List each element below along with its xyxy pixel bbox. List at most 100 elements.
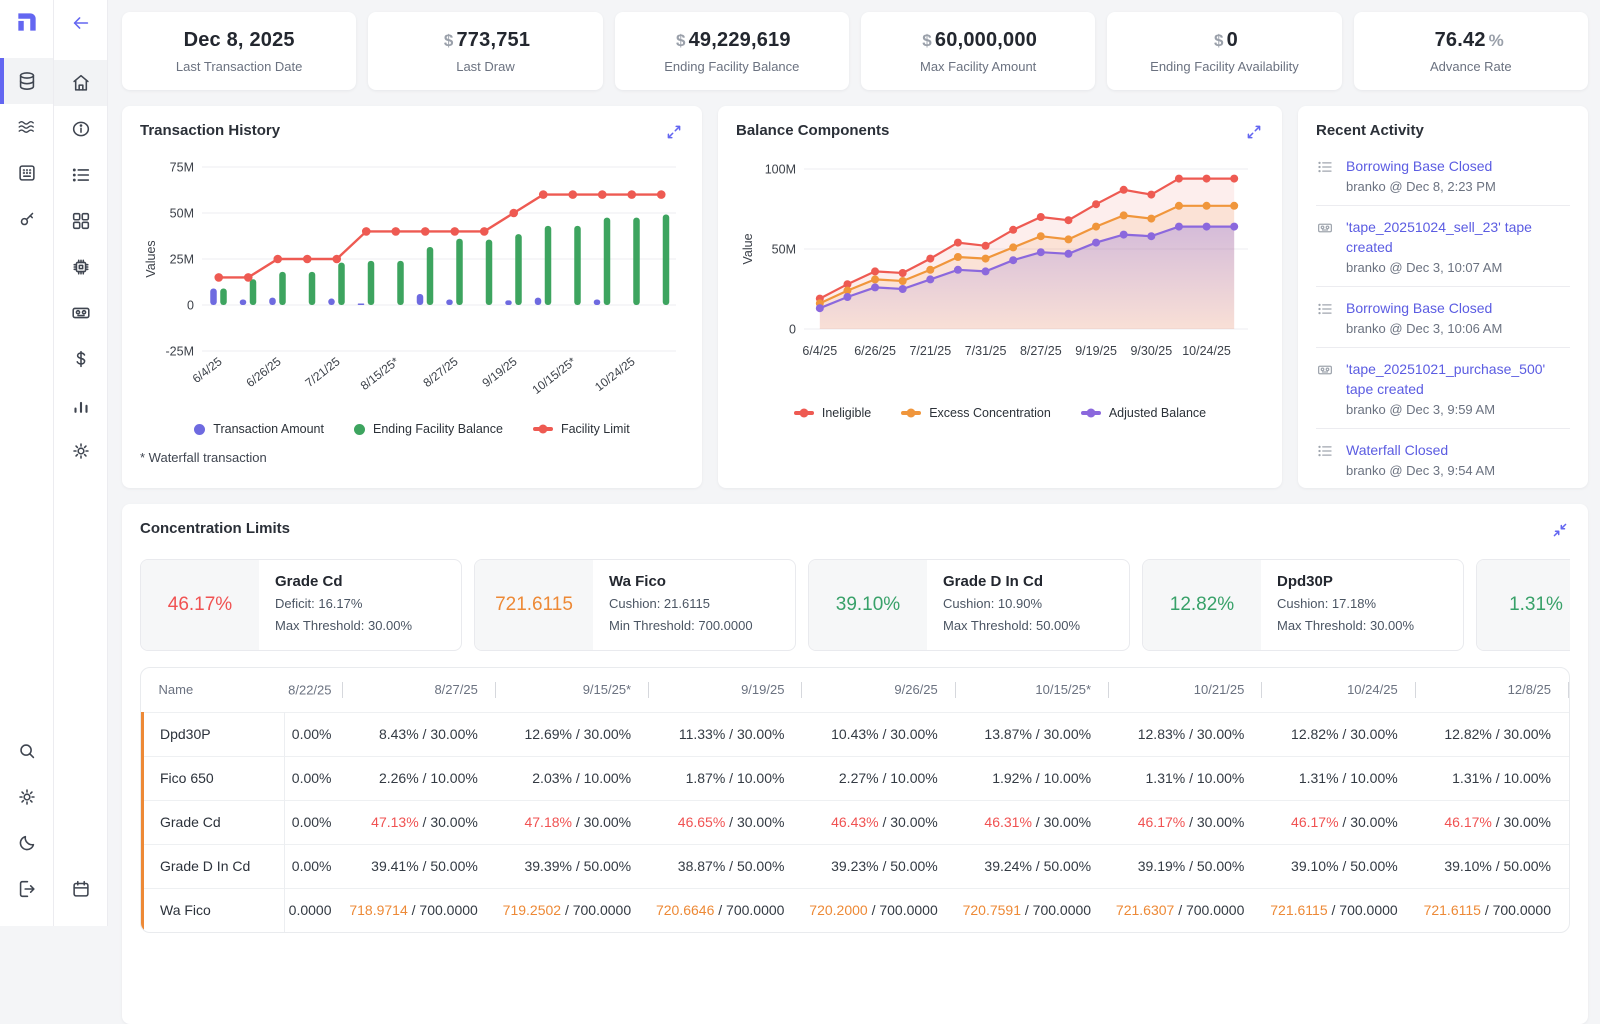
- concentration-card-line2: Max Threshold: 30.00%: [1277, 617, 1414, 634]
- sidebar-item-list[interactable]: [54, 152, 107, 198]
- sidebar-item-chip[interactable]: [54, 244, 107, 290]
- svg-text:10/15/25*: 10/15/25*: [529, 354, 578, 397]
- limit-cell: 46.17% / 30.00%: [1109, 800, 1262, 844]
- limit-cell: 0.0000: [285, 888, 343, 932]
- sidebar-item-key[interactable]: [0, 196, 53, 242]
- activity-body: 'tape_20251021_purchase_500' tape create…: [1346, 359, 1570, 417]
- limit-cell: 39.10% / 50.00%: [1416, 844, 1569, 888]
- sidebar-item-calendar[interactable]: [54, 866, 107, 912]
- row-name: Grade Cd: [143, 800, 285, 844]
- limit-cell: 0.00%: [285, 712, 343, 756]
- activity-meta: branko @ Dec 3, 10:07 AM: [1346, 260, 1570, 275]
- svg-text:Values: Values: [144, 240, 158, 277]
- activity-body: Borrowing Base Closedbranko @ Dec 8, 2:2…: [1346, 156, 1496, 194]
- sidebar-item-tape[interactable]: [54, 290, 107, 336]
- main-content: Dec 8, 2025Last Transaction Date$773,751…: [108, 0, 1600, 1024]
- svg-text:50M: 50M: [772, 243, 796, 257]
- sidebar-item-dollar[interactable]: [54, 336, 107, 382]
- column-header-date: 10/24/25: [1262, 668, 1415, 712]
- svg-text:7/21/25: 7/21/25: [909, 344, 951, 358]
- sidebar-item-ledger[interactable]: [0, 150, 53, 196]
- legend-marker: [794, 411, 814, 414]
- concentration-card-body: Wa FicoCushion: 21.6115Min Threshold: 70…: [593, 560, 769, 650]
- legend-marker: [901, 411, 921, 414]
- legend-item-facility-limit[interactable]: Facility Limit: [533, 422, 630, 436]
- primary-sidebar: [0, 0, 54, 926]
- svg-text:6/26/25: 6/26/25: [243, 354, 283, 390]
- concentration-card-line2: Max Threshold: 30.00%: [275, 617, 412, 634]
- sidebar-item-bar-chart[interactable]: [54, 382, 107, 428]
- tape-icon: [1316, 217, 1334, 275]
- legend-item-adjusted-balance[interactable]: Adjusted Balance: [1081, 406, 1206, 420]
- concentration-limits-panel: Concentration Limits 46.17%Grade CdDefic…: [122, 504, 1588, 1024]
- limit-cell: 720.6646 / 700.0000: [649, 888, 802, 932]
- transaction-history-panel: Transaction History 75M50M25M0-25MValues…: [122, 106, 702, 488]
- sidebar-item-info[interactable]: [54, 106, 107, 152]
- svg-text:9/30/25: 9/30/25: [1130, 344, 1172, 358]
- expand-icon[interactable]: [1244, 122, 1264, 147]
- sidebar-item-grid[interactable]: [54, 198, 107, 244]
- activity-link[interactable]: 'tape_20251024_sell_23' tape created: [1346, 217, 1570, 257]
- activity-link[interactable]: Borrowing Base Closed: [1346, 298, 1502, 318]
- sidebar-item-settings[interactable]: [0, 774, 53, 820]
- transaction-history-legend: Transaction Amount Ending Facility Balanc…: [140, 422, 684, 436]
- column-header-date: 12/8/25: [1416, 668, 1569, 712]
- concentration-card-body: Grade CdDeficit: 16.17%Max Threshold: 30…: [259, 560, 428, 650]
- limit-cell: 0.00%: [285, 844, 343, 888]
- svg-text:8/27/25: 8/27/25: [420, 354, 460, 390]
- sidebar-item-search[interactable]: [0, 728, 53, 774]
- sidebar-item-database[interactable]: [0, 58, 53, 104]
- currency-symbol: $: [673, 31, 689, 50]
- legend-label: Ending Facility Balance: [373, 422, 503, 436]
- limit-cell: 39.10% / 50.00%: [1262, 844, 1415, 888]
- limit-cell: 2.03% / 10.00%: [496, 756, 649, 800]
- row-name: Fico 650: [143, 756, 285, 800]
- concentration-card-line1: Cushion: 17.18%: [1277, 595, 1414, 612]
- secondary-sidebar: [54, 0, 108, 926]
- limit-cell: 47.18% / 30.00%: [496, 800, 649, 844]
- row-name: Dpd30P: [143, 712, 285, 756]
- svg-text:8/15/25*: 8/15/25*: [358, 354, 402, 393]
- limit-cell: 8.43% / 30.00%: [343, 712, 496, 756]
- kpi-value: $60,000,000: [919, 29, 1037, 52]
- svg-text:25M: 25M: [170, 253, 194, 267]
- sidebar-item-back-arrow[interactable]: [54, 0, 107, 46]
- sidebar-item-waves[interactable]: [0, 104, 53, 150]
- kpi-label: Max Facility Amount: [920, 59, 1036, 74]
- kpi-card: $773,751Last Draw: [368, 12, 602, 90]
- svg-text:75M: 75M: [170, 161, 194, 175]
- app-logo-icon: [0, 0, 53, 44]
- sidebar-item-settings[interactable]: [54, 428, 107, 474]
- concentration-card: 12.82%Dpd30PCushion: 17.18%Max Threshold…: [1142, 559, 1464, 651]
- legend-item-ending-facility-balance[interactable]: Ending Facility Balance: [354, 422, 503, 436]
- table-row: Grade Cd0.00%47.13% / 30.00%47.18% / 30.…: [143, 800, 1570, 844]
- svg-text:100M: 100M: [765, 163, 796, 177]
- activity-link[interactable]: Waterfall Closed: [1346, 440, 1495, 460]
- concentration-card-name: Grade D In Cd: [943, 573, 1080, 590]
- list-icon: [1316, 298, 1334, 336]
- concentration-card-line1: Cushion: 21.6115: [609, 595, 753, 612]
- collapse-icon[interactable]: [1550, 520, 1570, 545]
- limit-cell: 46.31% / 30.00%: [956, 800, 1109, 844]
- concentration-card-value: 721.6115: [475, 560, 593, 650]
- activity-link[interactable]: 'tape_20251021_purchase_500' tape create…: [1346, 359, 1570, 399]
- limit-cell: 46.43% / 30.00%: [802, 800, 955, 844]
- concentration-cards: 46.17%Grade CdDeficit: 16.17%Max Thresho…: [140, 559, 1570, 651]
- legend-marker: [194, 424, 205, 435]
- legend-item-excess-concentration[interactable]: Excess Concentration: [901, 406, 1051, 420]
- kpi-row: Dec 8, 2025Last Transaction Date$773,751…: [122, 12, 1588, 90]
- row-name: Wa Fico: [143, 888, 285, 932]
- table-row: Grade D In Cd0.00%39.41% / 50.00%39.39% …: [143, 844, 1570, 888]
- expand-icon[interactable]: [664, 122, 684, 147]
- limit-cell: 719.2502 / 700.0000: [496, 888, 649, 932]
- activity-link[interactable]: Borrowing Base Closed: [1346, 156, 1496, 176]
- legend-item-ineligible[interactable]: Ineligible: [794, 406, 871, 420]
- kpi-value: $773,751: [441, 29, 530, 52]
- legend-item-transaction-amount[interactable]: Transaction Amount: [194, 422, 324, 436]
- sidebar-item-logout[interactable]: [0, 866, 53, 912]
- sidebar-item-home[interactable]: [54, 60, 107, 106]
- svg-text:0: 0: [187, 299, 194, 313]
- sidebar-item-moon[interactable]: [0, 820, 53, 866]
- legend-label: Excess Concentration: [929, 406, 1051, 420]
- activity-body: 'tape_20251024_sell_23' tape created bran…: [1346, 217, 1570, 275]
